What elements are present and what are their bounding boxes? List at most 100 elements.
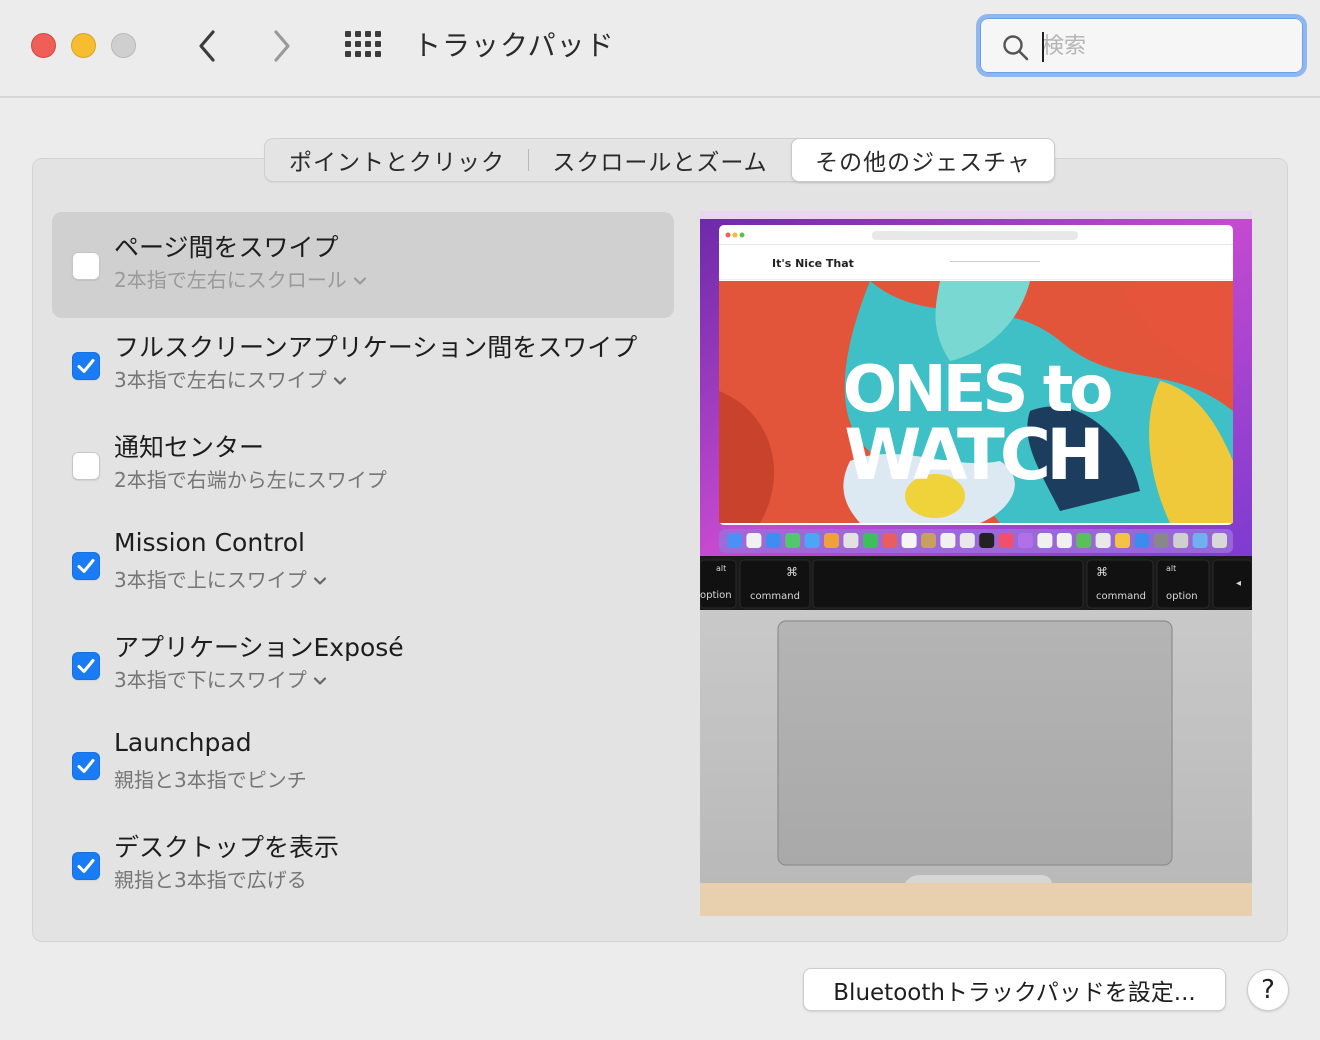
dock-app-icon: [1037, 533, 1053, 548]
chevron-down-icon: [353, 267, 367, 291]
gesture-title: ページ間をスワイプ: [114, 233, 339, 262]
dock-app-icon: [901, 533, 917, 548]
dock-app-icon: [979, 533, 995, 548]
key-right-cmd-symbol: ⌘: [1096, 565, 1108, 579]
grid-icon: [345, 31, 381, 57]
tab-more-gestures[interactable]: その他のジェスチャ: [791, 138, 1055, 182]
window-title: トラックパッド: [413, 29, 615, 62]
gesture-row[interactable]: ページ間をスワイプ 2本指で左右にスクロール: [52, 212, 674, 318]
gesture-subtitle: 2本指で右端から左にスワイプ: [114, 468, 387, 492]
gesture-option-popup[interactable]: 3本指で下にスワイプ: [114, 664, 327, 693]
preview-illustration: It's Nice That ONES to WATCH alt option …: [700, 211, 1252, 916]
chevron-down-icon: [313, 567, 327, 591]
checkmark-icon: [77, 359, 95, 373]
key-right-command: command: [1096, 591, 1146, 602]
gesture-title: 通知センター: [114, 433, 265, 462]
dock-app-icon: [921, 533, 936, 548]
setup-bluetooth-trackpad-button[interactable]: Bluetoothトラックパッドを設定...: [803, 968, 1226, 1011]
gesture-title: フルスクリーンアプリケーション間をスワイプ: [114, 333, 638, 362]
checkmark-icon: [77, 659, 95, 673]
gesture-row[interactable]: 通知センター 2本指で右端から左にスワイプ: [52, 412, 674, 518]
gesture-subtitle: 3本指で下にスワイプ: [114, 668, 307, 692]
dock-app-icon: [1153, 533, 1169, 548]
dock-app-icon: [1076, 533, 1092, 548]
dock-app-icon: [1134, 533, 1150, 548]
key-right-option: option: [1166, 591, 1198, 602]
chevron-down-icon: [313, 667, 327, 691]
gesture-option-popup[interactable]: 2本指で左右にスクロール: [114, 264, 367, 293]
dock-app-icon: [765, 533, 781, 548]
text-caret: [1042, 32, 1044, 62]
gesture-preview-image: It's Nice That ONES to WATCH alt option …: [700, 211, 1252, 916]
show-all-button[interactable]: [343, 28, 383, 68]
back-button[interactable]: [187, 26, 227, 66]
dock-app-icon: [1018, 533, 1033, 548]
checkmark-icon: [77, 559, 95, 573]
gesture-title: Mission Control: [114, 528, 305, 557]
dock-app-icon: [862, 533, 878, 548]
dock-app-icon: [959, 533, 975, 548]
gesture-title: アプリケーションExposé: [114, 633, 404, 662]
zoom-button: [111, 33, 136, 58]
gesture-row[interactable]: デスクトップを表示親指と3本指で広げる: [52, 812, 674, 918]
chevron-down-icon: [333, 367, 347, 391]
dock-app-icon: [1095, 533, 1111, 548]
gesture-checkbox[interactable]: [72, 352, 100, 380]
gesture-row[interactable]: フルスクリーンアプリケーション間をスワイプ 3本指で左右にスワイプ: [52, 312, 674, 418]
tab-scroll-and-zoom[interactable]: スクロールとズーム: [529, 139, 791, 181]
gesture-description: 親指と3本指でピンチ: [114, 764, 307, 793]
dock-app-icon: [940, 533, 956, 548]
dock-app-icon: [785, 533, 801, 548]
dock-app-icon: [1173, 533, 1189, 548]
dock-app-icon: [843, 533, 859, 548]
hero-line-2: WATCH: [844, 414, 1100, 496]
gesture-title: デスクトップを表示: [114, 833, 340, 862]
search-icon: [1003, 35, 1029, 61]
gesture-checkbox[interactable]: [72, 852, 100, 880]
dock-app-icon: [882, 533, 898, 548]
gesture-subtitle: 親指と3本指で広げる: [114, 868, 307, 892]
gesture-checkbox[interactable]: [72, 552, 100, 580]
gesture-checkbox[interactable]: [72, 252, 100, 280]
checkmark-icon: [77, 859, 95, 873]
dock-app-icon: [1115, 533, 1130, 548]
dock-app-icon: [1056, 533, 1072, 548]
search-field[interactable]: [976, 14, 1307, 77]
gesture-subtitle: 3本指で左右にスワイプ: [114, 368, 327, 392]
key-left-cmd-symbol: ⌘: [786, 565, 798, 579]
gesture-checkbox[interactable]: [72, 652, 100, 680]
forward-button[interactable]: [262, 26, 302, 66]
dock-app-icon: [804, 533, 820, 548]
search-input[interactable]: [1042, 28, 1282, 64]
checkmark-icon: [77, 759, 95, 773]
gesture-row[interactable]: Mission Control 3本指で上にスワイプ: [52, 512, 674, 618]
key-arrow: ◂: [1236, 578, 1241, 589]
key-right-alt: alt: [1166, 564, 1176, 573]
gesture-option-popup[interactable]: 3本指で左右にスワイプ: [114, 364, 347, 393]
key-left-alt: alt: [716, 564, 726, 573]
tab-bar: ポイントとクリック スクロールとズーム その他のジェスチャ: [264, 138, 1055, 182]
dock-app-icon: [1192, 533, 1208, 548]
dock-app-icon: [727, 533, 742, 548]
key-left-option: option: [700, 590, 732, 601]
gesture-checkbox[interactable]: [72, 752, 100, 780]
gesture-description: 2本指で右端から左にスワイプ: [114, 464, 387, 493]
chevron-right-icon: [274, 30, 290, 62]
dock-app-icon: [1212, 533, 1227, 548]
title-bar: トラックパッド: [0, 0, 1320, 98]
dock-app-icon: [998, 533, 1014, 548]
close-button[interactable]: [31, 33, 56, 58]
chevron-left-icon: [199, 30, 215, 62]
gesture-row[interactable]: アプリケーションExposé 3本指で下にスワイプ: [52, 612, 674, 718]
gesture-checkbox[interactable]: [72, 452, 100, 480]
key-left-command: command: [750, 591, 800, 602]
dock-app-icon: [746, 533, 762, 548]
gesture-title: Launchpad: [114, 728, 252, 757]
gesture-row[interactable]: Launchpad 親指と3本指でピンチ: [52, 712, 674, 818]
minimize-button[interactable]: [71, 33, 96, 58]
site-logo: It's Nice That: [772, 257, 854, 270]
gesture-subtitle: 2本指で左右にスクロール: [114, 268, 347, 292]
help-button[interactable]: ?: [1247, 969, 1289, 1011]
gesture-option-popup[interactable]: 3本指で上にスワイプ: [114, 564, 327, 593]
tab-point-and-click[interactable]: ポイントとクリック: [265, 139, 529, 181]
